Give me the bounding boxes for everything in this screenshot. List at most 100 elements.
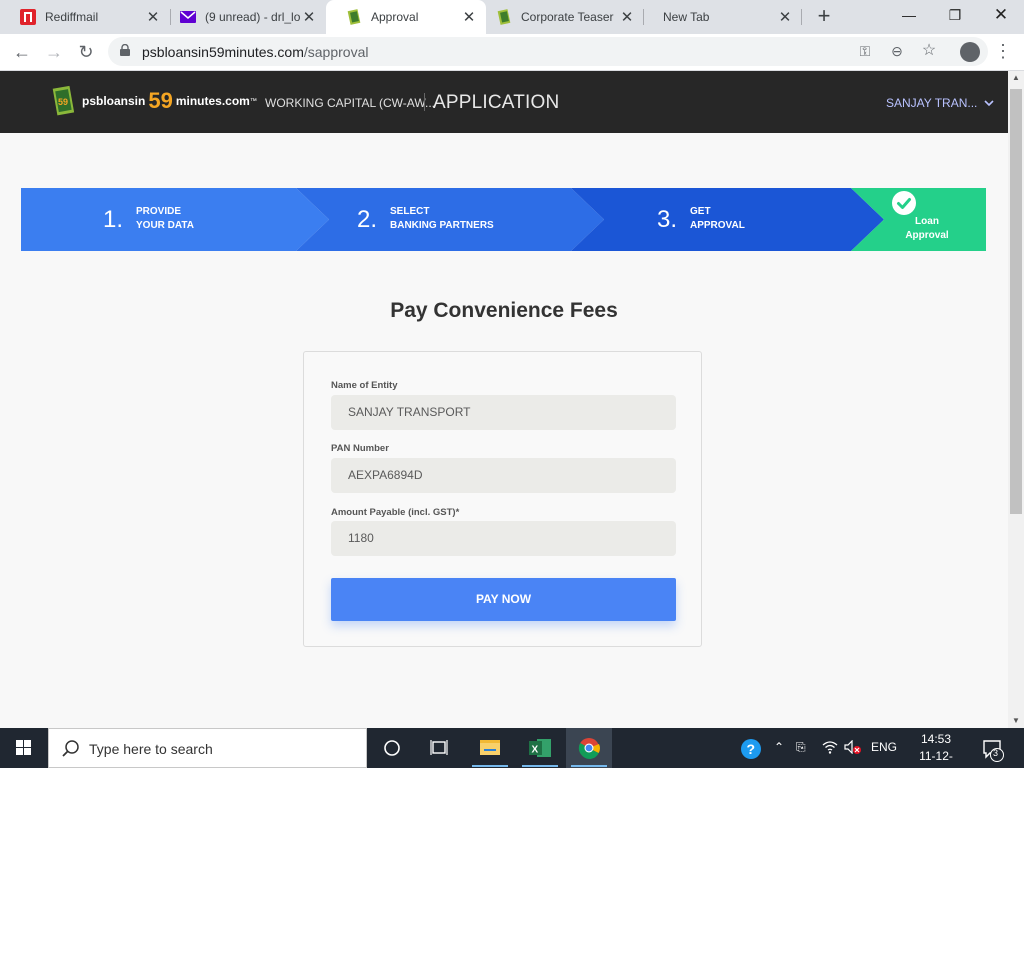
back-arrow-icon[interactable]: ← — [10, 40, 34, 64]
close-icon[interactable]: ✕ — [300, 8, 318, 26]
close-window-button[interactable]: ✕ — [978, 0, 1024, 30]
new-tab-button[interactable]: + — [812, 5, 836, 29]
step-1-number: 1. — [103, 206, 124, 233]
url-path: /sapproval — [303, 44, 369, 60]
url-domain: psbloansin59minutes.com — [142, 44, 304, 60]
rediffmail-icon — [20, 9, 36, 25]
logo-text-59: 59 — [148, 88, 173, 113]
site-logo[interactable]: 59 psbloansin 59 minutes.com ™ — [52, 85, 257, 117]
scroll-down-arrow-icon[interactable]: ▼ — [1008, 714, 1024, 728]
tab-label: Approval — [371, 10, 419, 24]
task-view-icon[interactable] — [417, 728, 463, 768]
progress-stepper: 1. PROVIDE YOUR DATA 2. SELECT BANKING PAR… — [21, 188, 986, 251]
payment-form-card: Name of Entity SANJAY TRANSPORT PAN Numb… — [303, 351, 702, 647]
loan-approval-label: Loan Approval — [891, 215, 963, 243]
logo-trademark: ™ — [249, 97, 257, 105]
logo-text-part1: psbloansin — [82, 94, 146, 108]
browser-menu-icon[interactable]: ⋮ — [994, 40, 1012, 64]
amount-payable-field[interactable]: 1180 — [331, 521, 676, 556]
psb-icon — [346, 9, 362, 25]
bookmark-star-icon[interactable]: ☆ — [920, 42, 938, 60]
page-title: Pay Convenience Fees — [390, 299, 618, 322]
start-button[interactable] — [0, 728, 48, 768]
chrome-icon[interactable] — [566, 728, 612, 768]
url-text: psbloansin59minutes.com/sapproval — [142, 44, 368, 60]
lock-icon — [120, 44, 130, 56]
tab-label: Corporate Teaser — [521, 10, 614, 24]
tab-divider — [801, 9, 802, 25]
tab-rediffmail[interactable]: Rediffmail ✕ — [0, 0, 170, 34]
step-3-line1: GET — [690, 206, 711, 217]
step-2-number: 2. — [357, 206, 378, 233]
svg-text:X: X — [532, 745, 539, 756]
search-icon — [62, 740, 79, 757]
step-2-line2: BANKING PARTNERS — [390, 220, 494, 231]
step-3-number: 3. — [657, 206, 678, 233]
blank-area — [0, 768, 1024, 967]
step-2-line1: SELECT — [390, 206, 430, 217]
excel-icon[interactable]: X — [517, 728, 563, 768]
volume-muted-icon[interactable] — [844, 739, 862, 757]
check-circle-icon — [892, 191, 916, 215]
step-2-label: SELECT BANKING PARTNERS — [390, 205, 494, 233]
user-menu[interactable]: SANJAY TRAN... — [886, 96, 994, 110]
tab-label: Rediffmail — [45, 10, 99, 24]
page-section-title: APPLICATION — [433, 92, 560, 113]
wifi-icon[interactable] — [822, 740, 838, 757]
loan-approval-line2: Approval — [905, 230, 949, 241]
chevron-up-icon[interactable]: ⌃ — [774, 740, 784, 754]
taskbar-search-box[interactable]: Type here to search — [48, 728, 367, 768]
svg-text:?: ? — [747, 741, 756, 757]
tab-label: (9 unread) - drl_lo — [205, 10, 300, 24]
tab-new-tab[interactable]: New Tab ✕ — [634, 0, 802, 34]
pay-now-button[interactable]: PAY NOW — [331, 578, 676, 621]
clock-time: 14:53 — [920, 732, 952, 746]
page-scrollbar[interactable]: ▲ ▼ — [1008, 71, 1024, 728]
product-dropdown[interactable]: WORKING CAPITAL (CW-AW... — [265, 96, 435, 110]
step-3-label: GET APPROVAL — [690, 205, 745, 233]
profile-avatar-icon[interactable] — [960, 42, 980, 62]
cortana-icon[interactable] — [369, 728, 415, 768]
amount-payable-label: Amount Payable (incl. GST)* — [331, 507, 460, 518]
loan-approval-line1: Loan — [915, 216, 939, 227]
notification-count: 3 — [993, 748, 999, 758]
zoom-icon[interactable]: ⊖ — [888, 42, 906, 60]
entity-name-label: Name of Entity — [331, 380, 398, 391]
file-explorer-icon[interactable] — [467, 728, 513, 768]
entity-name-field[interactable]: SANJAY TRANSPORT — [331, 395, 676, 430]
chevron-down-icon — [984, 96, 994, 110]
yahoo-mail-icon — [180, 9, 196, 25]
product-label: WORKING CAPITAL (CW-AW... — [265, 96, 436, 110]
pan-number-field[interactable]: AEXPA6894D — [331, 458, 676, 493]
tab-label: New Tab — [663, 10, 710, 24]
scroll-up-arrow-icon[interactable]: ▲ — [1008, 71, 1024, 85]
help-icon[interactable]: ? — [738, 728, 766, 768]
header-divider — [424, 93, 425, 111]
step-1-label: PROVIDE YOUR DATA — [136, 205, 194, 233]
psb-icon — [496, 9, 512, 25]
reload-icon[interactable]: ↻ — [74, 40, 98, 64]
url-bar[interactable]: psbloansin59minutes.com/sapproval ⚿ ⊖ ☆ — [108, 37, 988, 66]
step-1-line1: PROVIDE — [136, 206, 182, 217]
language-indicator[interactable]: ENG — [871, 740, 897, 754]
key-icon[interactable]: ⚿ — [856, 42, 874, 60]
tray-app-icon[interactable]: ⎘ — [796, 740, 806, 755]
close-icon[interactable]: ✕ — [776, 8, 794, 26]
address-bar-row: ← → ↻ psbloansin59minutes.com/sapproval … — [0, 34, 1024, 71]
notifications-icon[interactable]: 3 — [976, 728, 1022, 768]
psb-logo-icon: 59 — [52, 85, 75, 116]
pan-number-label: PAN Number — [331, 443, 389, 454]
forward-arrow-icon[interactable]: → — [42, 40, 66, 64]
step-3-line2: APPROVAL — [690, 220, 745, 231]
windows-taskbar: Type here to search X ? ⌃ ⎘ ENG 14:53 11… — [0, 728, 1024, 780]
scrollbar-thumb[interactable] — [1010, 89, 1022, 514]
tab-yahoo-mail[interactable]: (9 unread) - drl_lo ✕ — [160, 0, 326, 34]
tab-approval[interactable]: Approval ✕ — [326, 0, 486, 34]
restore-button[interactable]: ❐ — [932, 0, 978, 30]
svg-text:59: 59 — [58, 97, 68, 107]
tab-corporate-teaser[interactable]: Corporate Teaser ✕ — [476, 0, 644, 34]
logo-text-part2: minutes.com — [175, 94, 250, 108]
search-placeholder: Type here to search — [89, 741, 213, 757]
minimize-button[interactable]: — — [886, 0, 932, 30]
site-header: 59 psbloansin 59 minutes.com ™ WORKING C… — [0, 71, 1008, 133]
